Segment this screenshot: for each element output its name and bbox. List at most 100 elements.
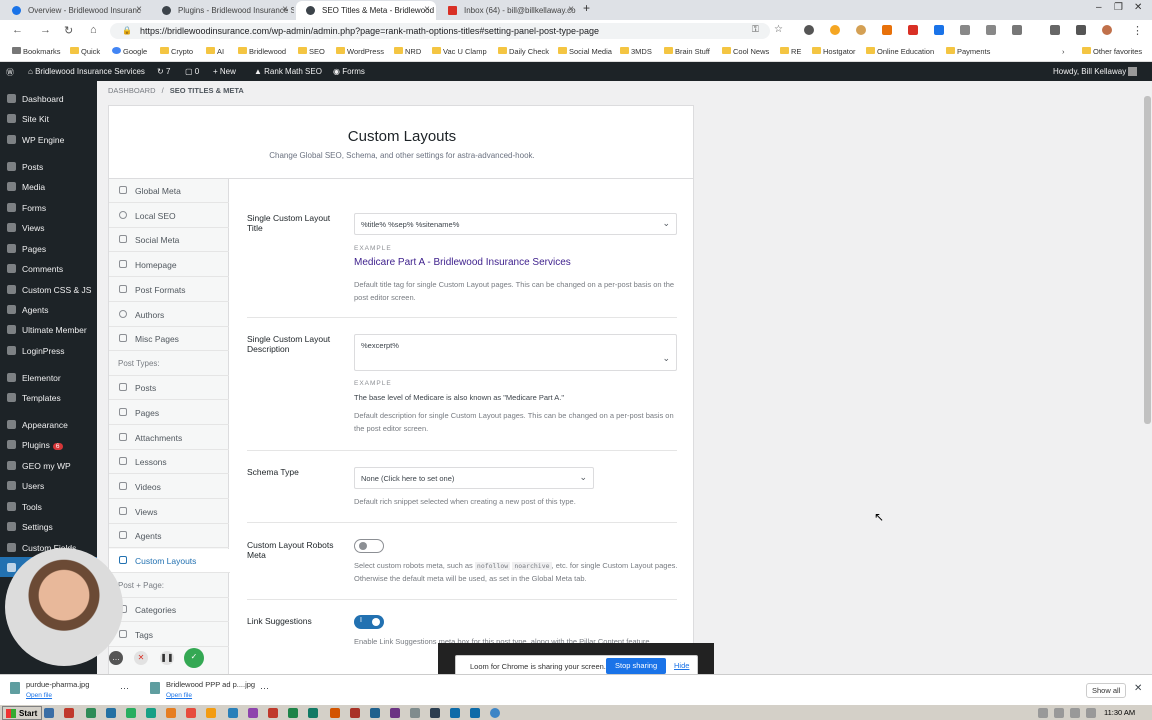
description-template-textarea[interactable]: %excerpt% ⌄ <box>354 334 677 371</box>
bookmark-folder[interactable]: Brain Stuff <box>664 47 710 56</box>
taskbar-app-icon[interactable] <box>288 708 298 718</box>
tray-icon[interactable] <box>1054 708 1064 718</box>
bookmark-folder[interactable]: AI <box>206 47 224 56</box>
menu-item-appearance[interactable]: Appearance <box>0 414 97 434</box>
breadcrumb-dashboard-link[interactable]: DASHBOARD <box>108 86 156 95</box>
taskbar-app-icon[interactable] <box>206 708 216 718</box>
download-item[interactable]: purdue-pharma.jpg Open file <box>10 680 89 699</box>
taskbar-app-icon[interactable] <box>126 708 136 718</box>
menu-item-templates[interactable]: Templates <box>0 387 97 407</box>
browser-tab-active[interactable]: SEO Titles & Meta - Bridlewood I × <box>296 1 436 20</box>
browser-tab[interactable]: Inbox (64) - bill@billkellaway.co × <box>438 1 580 20</box>
tab-tags[interactable]: Tags <box>109 623 229 647</box>
tab-pages[interactable]: Pages <box>109 401 229 425</box>
admin-bar-account[interactable]: Howdy, Bill Kellaway <box>1053 67 1138 77</box>
menu-item-loginpress[interactable]: LoginPress <box>0 340 97 360</box>
bookmark-folder[interactable]: Crypto <box>160 47 193 56</box>
restore-icon[interactable]: ❐ <box>1114 2 1123 13</box>
scrollbar-thumb[interactable] <box>1144 96 1151 424</box>
menu-item-plugins[interactable]: Plugins 6 <box>0 434 97 454</box>
bookmark-folder[interactable]: WordPress <box>336 47 384 56</box>
download-options-icon[interactable]: ⋯ <box>260 683 269 694</box>
taskbar-app-icon[interactable] <box>350 708 360 718</box>
robots-meta-toggle[interactable] <box>354 539 384 553</box>
close-tab-icon[interactable]: × <box>282 4 288 15</box>
show-all-button[interactable]: Show all <box>1086 683 1127 698</box>
bookmarks-overflow-icon[interactable]: › <box>1062 47 1065 56</box>
bookmark-folder[interactable]: NRD <box>394 47 421 56</box>
collections-icon[interactable] <box>1076 25 1086 35</box>
bookmark-folder[interactable]: SEO <box>298 47 325 56</box>
loom-pause-icon[interactable]: ❚❚ <box>160 651 174 665</box>
menu-item-elementor[interactable]: Elementor <box>0 367 97 387</box>
taskbar-app-icon[interactable] <box>390 708 400 718</box>
schema-type-select[interactable]: None (Click here to set one) ⌄ <box>354 467 594 489</box>
close-shelf-icon[interactable]: ✕ <box>1134 683 1142 694</box>
taskbar-app-icon[interactable] <box>44 708 54 718</box>
chevron-down-icon[interactable]: ⌄ <box>662 218 670 229</box>
extension-icon[interactable] <box>960 25 970 35</box>
tab-lessons[interactable]: Lessons <box>109 450 229 474</box>
extension-icon[interactable] <box>830 25 840 35</box>
menu-item-pages[interactable]: Pages <box>0 238 97 258</box>
taskbar-app-icon[interactable] <box>370 708 380 718</box>
menu-item-site-kit[interactable]: Site Kit <box>0 108 97 128</box>
taskbar-app-icon[interactable] <box>106 708 116 718</box>
address-bar[interactable]: 🔒 https://bridlewoodinsurance.com/wp-adm… <box>110 23 770 39</box>
tab-post-formats[interactable]: Post Formats <box>109 278 229 302</box>
close-tab-icon[interactable]: × <box>568 4 574 15</box>
tab-custom-layouts[interactable]: Custom Layouts <box>109 549 230 573</box>
close-window-icon[interactable]: ✕ <box>1134 2 1142 13</box>
loom-finish-icon[interactable]: ✓ <box>184 648 204 668</box>
admin-bar-updates[interactable]: ↻ 7 <box>157 67 170 76</box>
admin-bar-new[interactable]: + New <box>213 67 236 76</box>
reading-list-icon[interactable] <box>1050 25 1060 35</box>
close-tab-icon[interactable]: × <box>424 4 430 15</box>
taskbar-app-icon[interactable] <box>146 708 156 718</box>
bookmark-folder[interactable]: Daily Check <box>498 47 549 56</box>
extension-icon[interactable] <box>804 25 814 35</box>
taskbar-app-icon[interactable] <box>470 708 480 718</box>
taskbar-app-icon[interactable] <box>410 708 420 718</box>
tray-icon[interactable] <box>1070 708 1080 718</box>
tab-categories[interactable]: Categories <box>109 598 229 622</box>
extension-icon[interactable] <box>934 25 944 35</box>
stop-sharing-button[interactable]: Stop sharing <box>606 658 667 674</box>
bookmark-folder[interactable]: Hostgator <box>812 47 856 56</box>
close-tab-icon[interactable]: × <box>136 4 142 15</box>
menu-item-custom-css-js[interactable]: Custom CSS & JS <box>0 279 97 299</box>
menu-item-forms[interactable]: Forms <box>0 197 97 217</box>
wordpress-logo-icon[interactable]: Ⓦ <box>6 67 14 78</box>
reload-icon[interactable]: ↻ <box>64 24 73 37</box>
profile-avatar[interactable] <box>1102 25 1112 35</box>
download-options-icon[interactable]: ⋯ <box>120 683 129 694</box>
taskbar-app-icon[interactable] <box>430 708 440 718</box>
bookmark-folder[interactable]: Bridlewood <box>238 47 286 56</box>
menu-item-comments[interactable]: Comments <box>0 258 97 278</box>
tab-views[interactable]: Views <box>109 500 229 524</box>
taskbar-app-icon[interactable] <box>268 708 278 718</box>
tray-icon[interactable] <box>1038 708 1048 718</box>
tray-icon[interactable] <box>1086 708 1096 718</box>
menu-item-settings[interactable]: Settings <box>0 516 97 536</box>
bookmark-folder[interactable]: RE <box>780 47 801 56</box>
tab-videos[interactable]: Videos <box>109 475 229 499</box>
loom-webcam-bubble[interactable] <box>5 548 123 666</box>
taskbar-chrome-icon[interactable] <box>490 708 500 718</box>
open-file-link[interactable]: Open file <box>166 692 255 699</box>
key-icon[interactable]: ⚿ <box>752 24 759 35</box>
title-template-input[interactable]: %title% %sep% %sitename% ⌄ <box>354 213 677 235</box>
minimize-icon[interactable]: – <box>1096 2 1102 13</box>
bookmark-folder[interactable]: Cool News <box>722 47 769 56</box>
bookmark-star-icon[interactable]: ☆ <box>774 24 783 35</box>
admin-bar-site[interactable]: ⌂ Bridlewood Insurance Services <box>28 67 145 76</box>
bookmark-item[interactable]: Google <box>112 47 147 56</box>
forward-icon[interactable]: → <box>40 24 51 36</box>
download-item[interactable]: Bridlewood PPP ad p....jpg Open file <box>150 680 255 699</box>
menu-item-users[interactable]: Users <box>0 475 97 495</box>
extension-icon[interactable] <box>1012 25 1022 35</box>
menu-item-media[interactable]: Media <box>0 176 97 196</box>
bookmark-item[interactable]: Bookmarks <box>12 47 61 56</box>
browser-tab[interactable]: Plugins - Bridlewood Insurance S × <box>152 1 294 20</box>
loom-menu-icon[interactable]: … <box>109 651 123 665</box>
